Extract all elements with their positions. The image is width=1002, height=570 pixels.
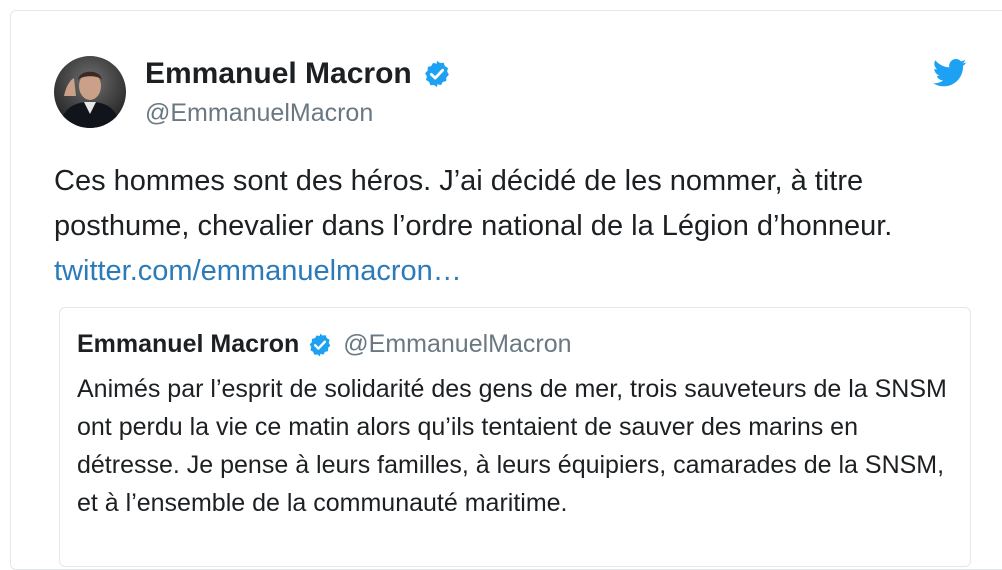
verified-badge-icon bbox=[307, 332, 333, 358]
verified-badge-icon bbox=[422, 59, 452, 89]
twitter-bird-icon[interactable] bbox=[932, 59, 967, 87]
author-name[interactable]: Emmanuel Macron bbox=[145, 57, 452, 91]
quoted-tweet-text: Animés par l’esprit de solidarité des ge… bbox=[77, 375, 947, 517]
author-name-text: Emmanuel Macron bbox=[145, 57, 412, 90]
quoted-tweet[interactable]: Emmanuel Macron @EmmanuelMacron Animés p… bbox=[59, 307, 971, 567]
quoted-author-handle: @EmmanuelMacron bbox=[343, 330, 572, 358]
quoted-tweet-header: Emmanuel Macron @EmmanuelMacron bbox=[77, 330, 572, 359]
author-handle[interactable]: @EmmanuelMacron bbox=[145, 99, 373, 128]
tweet-body: Ces hommes sont des héros. J’ai décidé d… bbox=[54, 165, 893, 242]
tweet-text: Ces hommes sont des héros. J’ai décidé d… bbox=[54, 159, 984, 294]
tweet-link[interactable]: twitter.com/emmanuelmacron… bbox=[54, 255, 462, 287]
tweet-card: Emmanuel Macron @EmmanuelMacron Ces homm… bbox=[10, 10, 1002, 570]
avatar[interactable] bbox=[54, 56, 126, 128]
quoted-author-name: Emmanuel Macron bbox=[77, 330, 300, 358]
